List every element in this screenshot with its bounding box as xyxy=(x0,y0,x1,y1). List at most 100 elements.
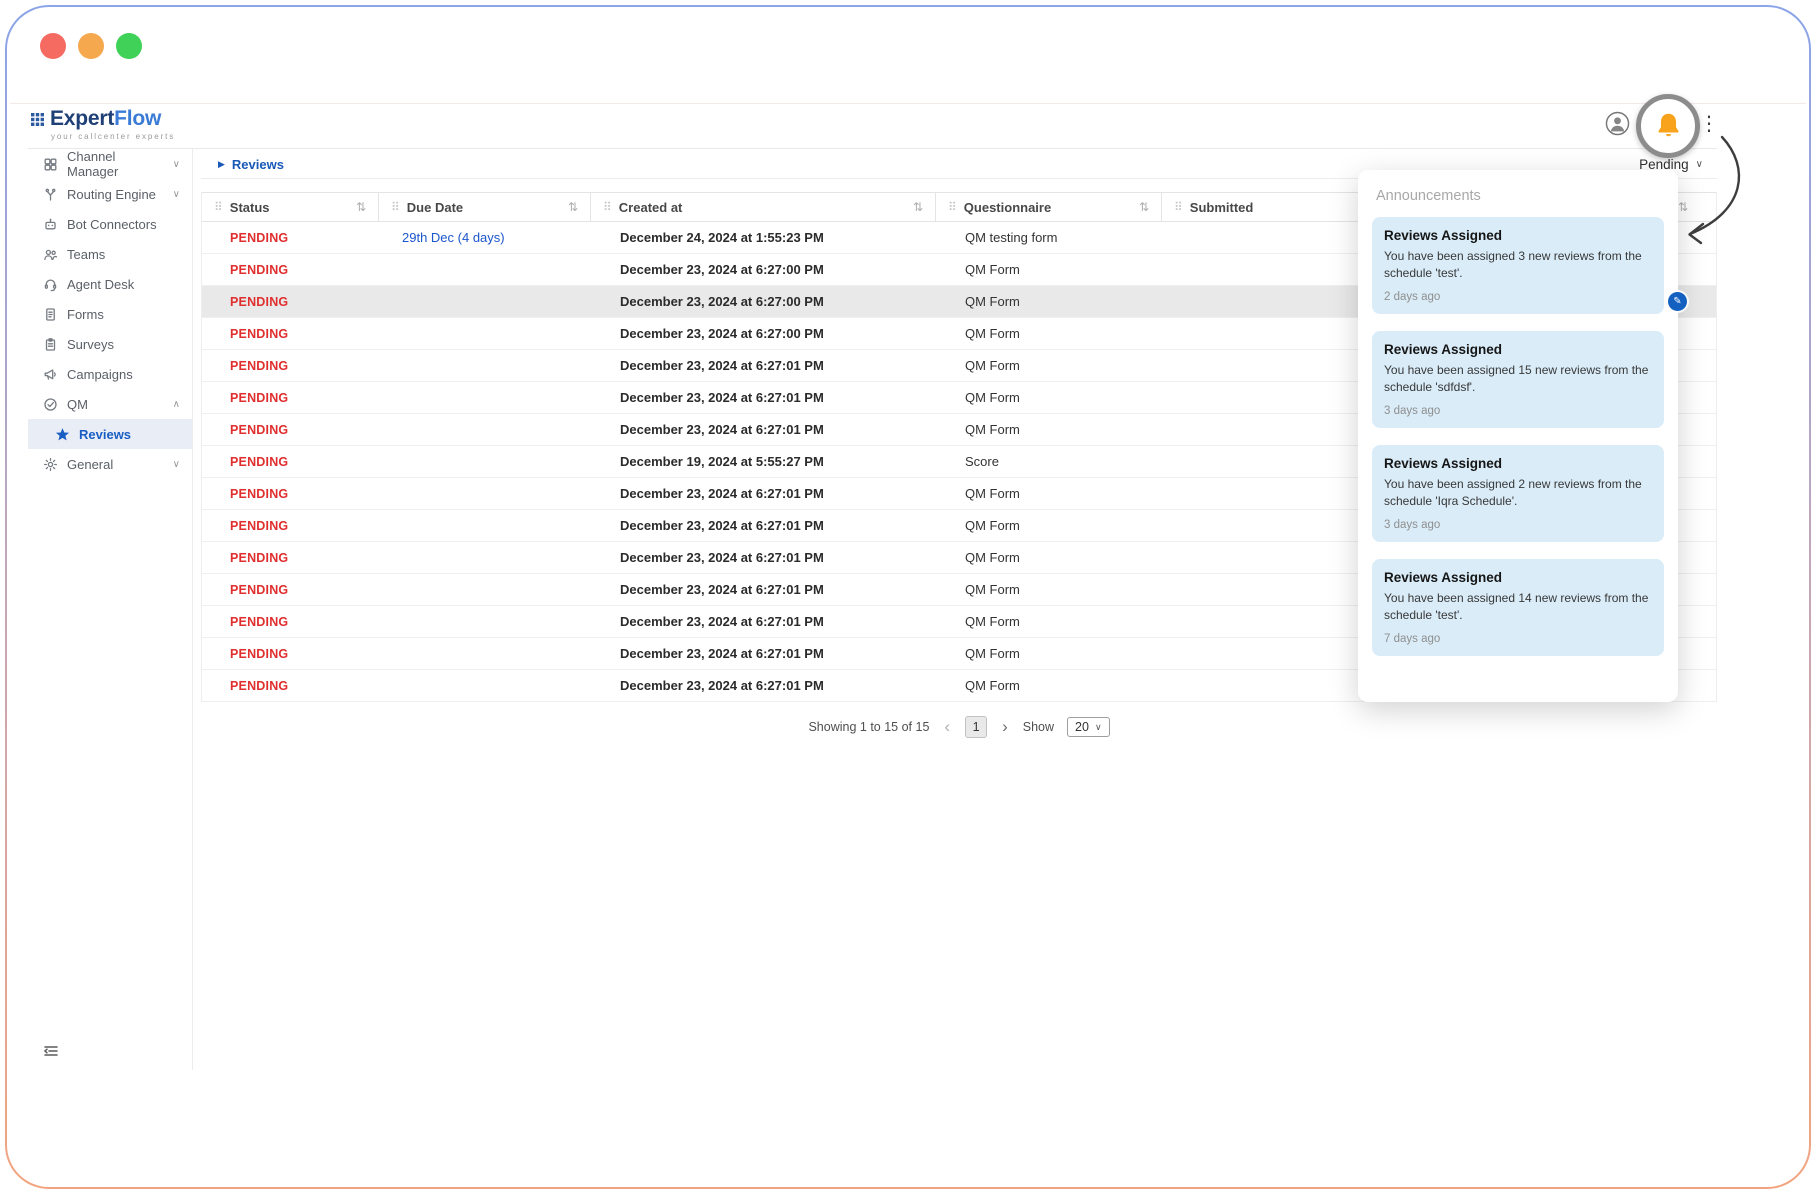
created-at-cell: December 23, 2024 at 6:27:00 PM xyxy=(590,254,935,285)
announcement-timestamp: 3 days ago xyxy=(1384,519,1652,531)
created-at-cell: December 23, 2024 at 6:27:00 PM xyxy=(590,286,935,317)
column-header-status[interactable]: ⠿ Status ⇅ xyxy=(202,193,378,221)
submitted-cell xyxy=(1161,542,1381,573)
drag-handle-icon[interactable]: ⠿ xyxy=(214,200,223,214)
status-cell: PENDING xyxy=(202,670,378,701)
submitted-cell xyxy=(1161,670,1381,701)
due-date-link[interactable] xyxy=(378,446,590,477)
due-date-link[interactable] xyxy=(378,574,590,605)
chevron-up-icon: ∧ xyxy=(173,399,180,410)
announcement-card[interactable]: Reviews Assigned You have been assigned … xyxy=(1372,217,1664,314)
kebab-menu-button[interactable]: ⋮ xyxy=(1699,111,1719,136)
sidebar-item-routing-engine[interactable]: Routing Engine ∨ xyxy=(28,179,192,209)
created-at-cell: December 23, 2024 at 6:27:00 PM xyxy=(590,318,935,349)
column-header-created-at[interactable]: ⠿ Created at ⇅ xyxy=(590,193,935,221)
next-page-button[interactable]: › xyxy=(1000,717,1010,737)
zoom-button[interactable] xyxy=(116,33,142,59)
window-controls xyxy=(40,33,142,59)
announcement-body: You have been assigned 3 new reviews fro… xyxy=(1384,248,1652,282)
announcement-body: You have been assigned 15 new reviews fr… xyxy=(1384,362,1652,396)
sidebar-item-reviews[interactable]: Reviews xyxy=(28,419,192,449)
prev-page-button[interactable]: ‹ xyxy=(942,717,952,737)
due-date-link[interactable] xyxy=(378,318,590,349)
sort-icon[interactable]: ⇅ xyxy=(356,200,366,214)
chevron-down-icon: ∨ xyxy=(1095,722,1102,733)
logo-grid-icon xyxy=(30,112,45,127)
due-date-link[interactable]: 29th Dec (4 days) xyxy=(378,222,590,253)
agent-icon xyxy=(43,277,58,292)
drag-handle-icon[interactable]: ⠿ xyxy=(391,200,400,214)
due-date-link[interactable] xyxy=(378,382,590,413)
created-at-cell: December 23, 2024 at 6:27:01 PM xyxy=(590,478,935,509)
sidebar-item-qm[interactable]: QM ∧ xyxy=(28,389,192,419)
sort-icon[interactable]: ⇅ xyxy=(1678,200,1688,214)
minimize-button[interactable] xyxy=(78,33,104,59)
gear-icon xyxy=(43,457,58,472)
status-cell: PENDING xyxy=(202,606,378,637)
submitted-cell xyxy=(1161,606,1381,637)
pagination-summary: Showing 1 to 15 of 15 xyxy=(808,720,929,734)
submitted-cell xyxy=(1161,478,1381,509)
submitted-cell xyxy=(1161,382,1381,413)
sidebar-item-agent-desk[interactable]: Agent Desk xyxy=(28,269,192,299)
page-number-button[interactable]: 1 xyxy=(965,716,987,738)
created-at-cell: December 23, 2024 at 6:27:01 PM xyxy=(590,350,935,381)
due-date-link[interactable] xyxy=(378,414,590,445)
sidebar: Channel Manager ∨ Routing Engine ∨ Bot C… xyxy=(28,149,193,1070)
chrome-divider xyxy=(10,103,1806,104)
due-date-link[interactable] xyxy=(378,350,590,381)
drag-handle-icon[interactable]: ⠿ xyxy=(948,200,957,214)
status-cell: PENDING xyxy=(202,478,378,509)
drag-handle-icon[interactable]: ⠿ xyxy=(603,200,612,214)
sidebar-item-general[interactable]: General ∨ xyxy=(28,449,192,479)
announcement-card[interactable]: Reviews Assigned You have been assigned … xyxy=(1372,559,1664,656)
status-cell: PENDING xyxy=(202,574,378,605)
close-button[interactable] xyxy=(40,33,66,59)
created-at-cell: December 23, 2024 at 6:27:01 PM xyxy=(590,414,935,445)
sidebar-item-forms[interactable]: Forms xyxy=(28,299,192,329)
notifications-bell-button[interactable] xyxy=(1655,112,1682,140)
sidebar-item-teams[interactable]: Teams xyxy=(28,239,192,269)
status-cell: PENDING xyxy=(202,414,378,445)
column-header-due-date[interactable]: ⠿ Due Date ⇅ xyxy=(378,193,590,221)
chevron-down-icon: ∨ xyxy=(1696,159,1703,170)
column-header-questionnaire[interactable]: ⠿ Questionnaire ⇅ xyxy=(935,193,1161,221)
user-avatar-button[interactable] xyxy=(1605,111,1630,136)
due-date-link[interactable] xyxy=(378,638,590,669)
sidebar-item-campaigns[interactable]: Campaigns xyxy=(28,359,192,389)
created-at-cell: December 23, 2024 at 6:27:01 PM xyxy=(590,542,935,573)
announcement-card[interactable]: Reviews Assigned You have been assigned … xyxy=(1372,445,1664,542)
due-date-link[interactable] xyxy=(378,606,590,637)
questionnaire-cell: QM Form xyxy=(935,606,1161,637)
sort-icon[interactable]: ⇅ xyxy=(913,200,923,214)
sort-icon[interactable]: ⇅ xyxy=(1139,200,1149,214)
megaphone-icon xyxy=(43,367,58,382)
app-logo: ExpertFlow your callcenter experts xyxy=(30,107,175,141)
due-date-link[interactable] xyxy=(378,510,590,541)
page-size-select[interactable]: 20 ∨ xyxy=(1067,717,1110,737)
sidebar-item-surveys[interactable]: Surveys xyxy=(28,329,192,359)
column-header-submitted[interactable]: ⠿ Submitted ⇅ xyxy=(1161,193,1381,221)
sidebar-item-bot-connectors[interactable]: Bot Connectors xyxy=(28,209,192,239)
row-action-badge[interactable]: ✎ xyxy=(1668,292,1687,311)
announcement-card[interactable]: Reviews Assigned You have been assigned … xyxy=(1372,331,1664,428)
status-cell: PENDING xyxy=(202,510,378,541)
clipboard-icon xyxy=(43,337,58,352)
announcement-body: You have been assigned 2 new reviews fro… xyxy=(1384,476,1652,510)
questionnaire-cell: QM Form xyxy=(935,670,1161,701)
breadcrumb[interactable]: ▶ Reviews xyxy=(218,157,284,172)
due-date-link[interactable] xyxy=(378,478,590,509)
questionnaire-cell: Score xyxy=(935,446,1161,477)
sort-icon[interactable]: ⇅ xyxy=(568,200,578,214)
status-cell: PENDING xyxy=(202,542,378,573)
collapse-sidebar-icon[interactable] xyxy=(42,1042,60,1065)
due-date-link[interactable] xyxy=(378,254,590,285)
due-date-link[interactable] xyxy=(378,542,590,573)
due-date-link[interactable] xyxy=(378,286,590,317)
due-date-link[interactable] xyxy=(378,670,590,701)
announcement-title: Reviews Assigned xyxy=(1384,228,1652,243)
pagination-bar: Showing 1 to 15 of 15 ‹ 1 › Show 20 ∨ xyxy=(201,712,1717,742)
sidebar-item-channel-manager[interactable]: Channel Manager ∨ xyxy=(28,149,192,179)
drag-handle-icon[interactable]: ⠿ xyxy=(1174,200,1183,214)
questionnaire-cell: QM Form xyxy=(935,382,1161,413)
